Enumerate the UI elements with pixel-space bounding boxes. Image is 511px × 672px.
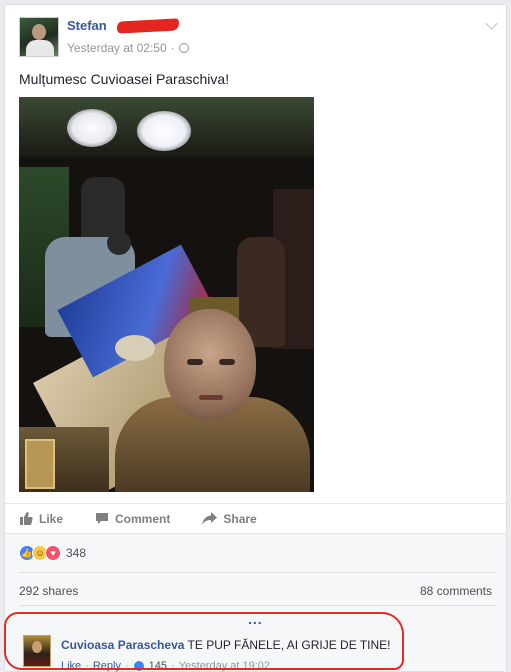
thumbs-up-icon: [20, 512, 33, 525]
globe-icon: [178, 43, 189, 53]
divider: [19, 572, 496, 573]
post-photo[interactable]: [19, 97, 314, 492]
chevron-down-icon[interactable]: [485, 17, 498, 30]
like-button[interactable]: Like: [19, 512, 63, 526]
share-icon: [202, 512, 218, 525]
comment-button[interactable]: Comment: [95, 512, 170, 526]
author-avatar[interactable]: [19, 17, 59, 57]
author-name[interactable]: Stefan: [67, 18, 107, 33]
love-reaction-icon: ♥: [45, 545, 61, 561]
share-button[interactable]: Share: [202, 511, 257, 526]
post-card: Stefan Yesterday at 02:50 · Mulțumesc Cu…: [4, 4, 507, 672]
comment-label: Comment: [115, 511, 171, 526]
divider: [19, 605, 496, 606]
like-label: Like: [39, 511, 64, 526]
reactions-summary[interactable]: 👍 ☺ ♥ 348: [19, 545, 86, 561]
shares-count[interactable]: 292 shares: [19, 584, 78, 598]
post-timestamp[interactable]: Yesterday at 02:50: [67, 41, 167, 55]
reaction-count: 348: [66, 546, 87, 560]
share-label: Share: [223, 511, 257, 526]
post-text: Mulțumesc Cuvioasei Paraschiva!: [19, 71, 230, 87]
redaction-mark: [116, 18, 180, 34]
comment-icon: [96, 513, 109, 524]
post-actions: Like Comment Share: [5, 503, 506, 533]
comments-count[interactable]: 88 comments: [420, 584, 492, 598]
highlight-circle: [4, 612, 404, 670]
post-meta: Yesterday at 02:50 ·: [67, 41, 189, 55]
